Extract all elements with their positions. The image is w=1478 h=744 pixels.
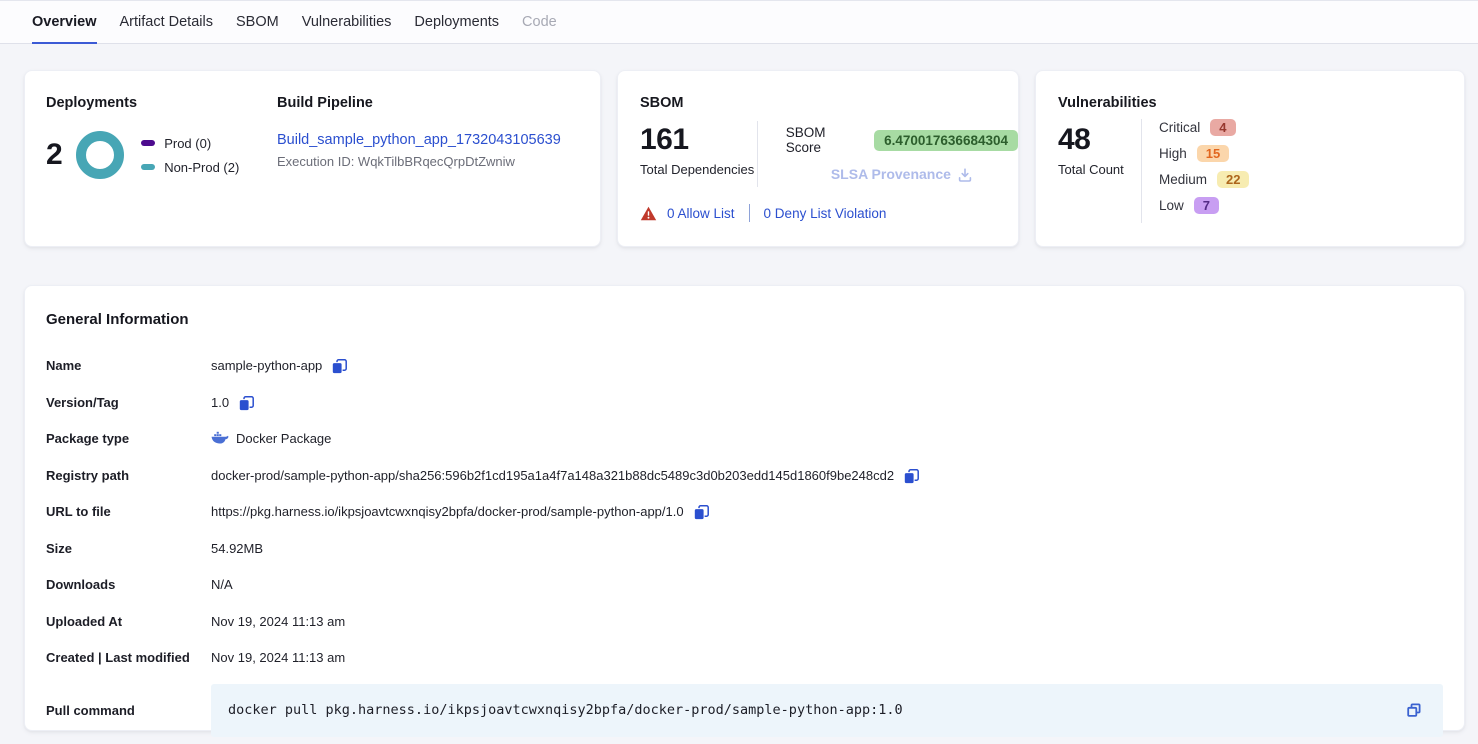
copy-outline-icon[interactable] bbox=[1405, 702, 1423, 720]
deployments-title: Deployments bbox=[46, 95, 277, 111]
copy-icon[interactable] bbox=[903, 468, 920, 485]
row-label: Name bbox=[46, 358, 211, 373]
deployments-card: Deployments 2 Prod (0) Non-Prod (2) Buil… bbox=[24, 70, 601, 247]
deployments-legend: Prod (0) Non-Prod (2) bbox=[141, 136, 239, 175]
tab-sbom[interactable]: SBOM bbox=[236, 1, 279, 44]
vulnerabilities-title: Vulnerabilities bbox=[1058, 95, 1464, 111]
row-value: sample-python-app bbox=[211, 358, 322, 373]
copy-icon[interactable] bbox=[693, 504, 710, 521]
severity-label: Medium bbox=[1159, 172, 1207, 187]
deny-list-link[interactable]: 0 Deny List Violation bbox=[764, 206, 887, 221]
row-label: Uploaded At bbox=[46, 614, 211, 629]
severity-label: Critical bbox=[1159, 120, 1200, 135]
sbom-links-divider bbox=[749, 204, 750, 222]
build-pipeline-link[interactable]: Build_sample_python_app_1732043105639 bbox=[277, 132, 561, 148]
pull-command-box: docker pull pkg.harness.io/ikpsjoavtcwxn… bbox=[211, 684, 1443, 737]
sbom-card: SBOM 161 Total Dependencies SBOM Score 6… bbox=[617, 70, 1019, 247]
execution-id-text: Execution ID: WqkTilbBRqecQrpDtZwniw bbox=[277, 154, 600, 169]
severity-row-medium: Medium 22 bbox=[1159, 169, 1249, 189]
severity-list: Critical 4 High 15 Medium 22 Low 7 bbox=[1142, 117, 1249, 223]
tab-overview[interactable]: Overview bbox=[32, 1, 97, 44]
sbom-total-label: Total Dependencies bbox=[640, 162, 757, 177]
tab-vulnerabilities[interactable]: Vulnerabilities bbox=[302, 1, 392, 44]
tab-code[interactable]: Code bbox=[522, 1, 557, 44]
severity-row-high: High 15 bbox=[1159, 143, 1249, 163]
severity-label: High bbox=[1159, 146, 1187, 161]
sbom-score-badge: 6.470017636684304 bbox=[874, 130, 1018, 151]
slsa-provenance-label: SLSA Provenance bbox=[831, 166, 951, 182]
vulnerabilities-total: 48 bbox=[1058, 123, 1141, 157]
row-value: Nov 19, 2024 11:13 am bbox=[211, 614, 345, 629]
legend-item-prod: Prod (0) bbox=[141, 136, 239, 151]
info-row-url: URL to file https://pkg.harness.io/ikpsj… bbox=[46, 501, 1443, 522]
warning-icon bbox=[640, 206, 657, 221]
nonprod-legend-dot bbox=[141, 164, 155, 170]
severity-label: Low bbox=[1159, 198, 1184, 213]
row-value: https://pkg.harness.io/ikpsjoavtcwxnqisy… bbox=[211, 504, 684, 519]
general-information-card: General Information Name sample-python-a… bbox=[24, 285, 1465, 731]
pull-command-row: Pull command docker pull pkg.harness.io/… bbox=[46, 684, 1443, 737]
deployments-donut-chart bbox=[76, 131, 124, 179]
copy-icon[interactable] bbox=[331, 358, 348, 375]
row-value: 54.92MB bbox=[211, 541, 263, 556]
row-value: 1.0 bbox=[211, 395, 229, 410]
row-label: URL to file bbox=[46, 504, 211, 519]
allow-list-link[interactable]: 0 Allow List bbox=[667, 206, 735, 221]
severity-row-low: Low 7 bbox=[1159, 195, 1249, 215]
legend-item-nonprod: Non-Prod (2) bbox=[141, 160, 239, 175]
sbom-total: 161 bbox=[640, 123, 757, 157]
row-label: Created | Last modified bbox=[46, 650, 211, 665]
info-row-package-type: Package type Docker Package bbox=[46, 428, 1443, 449]
info-row-created-modified: Created | Last modified Nov 19, 2024 11:… bbox=[46, 647, 1443, 668]
row-label: Version/Tag bbox=[46, 395, 211, 410]
nonprod-legend-label: Non-Prod (2) bbox=[164, 160, 239, 175]
build-pipeline-title: Build Pipeline bbox=[277, 95, 600, 111]
slsa-provenance-link[interactable]: SLSA Provenance bbox=[786, 165, 1018, 183]
severity-count-badge: 7 bbox=[1194, 197, 1219, 214]
row-value: Nov 19, 2024 11:13 am bbox=[211, 650, 345, 665]
deployments-total: 2 bbox=[46, 138, 62, 172]
info-row-uploaded-at: Uploaded At Nov 19, 2024 11:13 am bbox=[46, 611, 1443, 632]
info-row-name: Name sample-python-app bbox=[46, 355, 1443, 376]
copy-icon[interactable] bbox=[238, 395, 255, 412]
info-row-size: Size 54.92MB bbox=[46, 538, 1443, 559]
tab-deployments[interactable]: Deployments bbox=[414, 1, 499, 44]
row-label: Registry path bbox=[46, 468, 211, 483]
row-label: Size bbox=[46, 541, 211, 556]
row-label: Downloads bbox=[46, 577, 211, 592]
row-value: docker-prod/sample-python-app/sha256:596… bbox=[211, 468, 894, 483]
info-row-downloads: Downloads N/A bbox=[46, 574, 1443, 595]
severity-count-badge: 22 bbox=[1217, 171, 1249, 188]
vulnerabilities-total-label: Total Count bbox=[1058, 162, 1141, 177]
prod-legend-label: Prod (0) bbox=[164, 136, 211, 151]
row-value: Docker Package bbox=[236, 431, 331, 446]
download-icon bbox=[957, 167, 973, 183]
severity-row-critical: Critical 4 bbox=[1159, 117, 1249, 137]
sbom-title: SBOM bbox=[640, 95, 1018, 111]
sbom-score-label: SBOM Score bbox=[786, 125, 864, 155]
pull-command-text: docker pull pkg.harness.io/ikpsjoavtcwxn… bbox=[228, 702, 1405, 718]
vulnerabilities-card: Vulnerabilities 48 Total Count Critical … bbox=[1035, 70, 1465, 247]
severity-count-badge: 15 bbox=[1197, 145, 1229, 162]
severity-count-badge: 4 bbox=[1210, 119, 1235, 136]
tab-bar: Overview Artifact Details SBOM Vulnerabi… bbox=[0, 0, 1478, 44]
info-row-version: Version/Tag 1.0 bbox=[46, 392, 1443, 413]
row-value: N/A bbox=[211, 577, 233, 592]
general-information-title: General Information bbox=[46, 311, 1443, 328]
info-row-registry-path: Registry path docker-prod/sample-python-… bbox=[46, 465, 1443, 486]
prod-legend-dot bbox=[141, 140, 155, 146]
row-label: Package type bbox=[46, 431, 211, 446]
tab-artifact-details[interactable]: Artifact Details bbox=[120, 1, 213, 44]
docker-icon bbox=[211, 430, 229, 448]
pull-command-label: Pull command bbox=[46, 703, 211, 718]
